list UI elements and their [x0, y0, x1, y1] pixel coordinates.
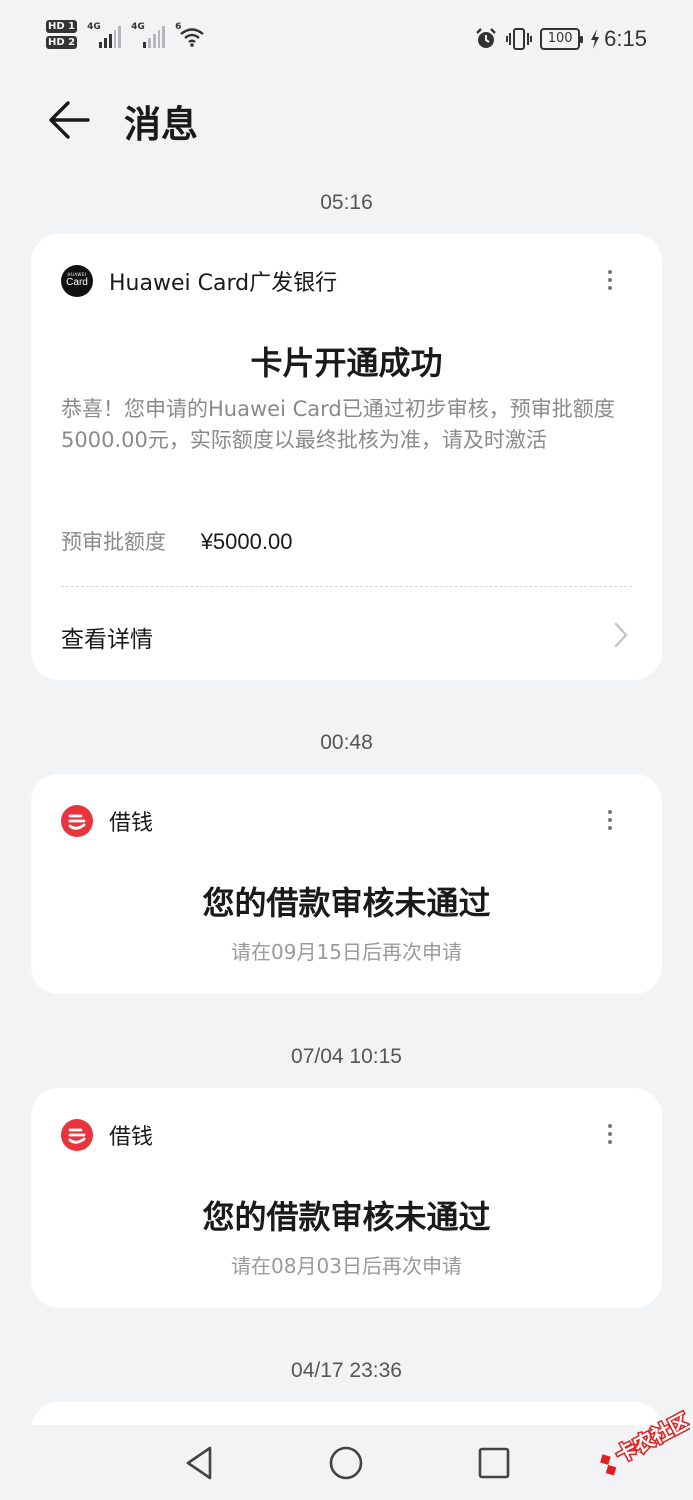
amount-label: 预审批额度	[61, 530, 166, 554]
more-dots-icon	[608, 810, 612, 814]
card-body: 恭喜！您申请的Huawei Card已通过初步审核，预审批额度5000.00元，…	[61, 397, 615, 452]
charging-icon	[591, 29, 600, 49]
message-card[interactable]: 借钱 您的借款审核未通过 请在08月03日后再次申请	[31, 1088, 662, 1308]
card-header: 借钱	[61, 1118, 632, 1152]
message-time: 07/04 10:15	[291, 1045, 402, 1068]
view-details-button[interactable]: 查看详情	[31, 590, 662, 680]
network-type-2: 4G	[131, 21, 145, 32]
chevron-right-icon	[614, 622, 628, 648]
card-title: 您的借款审核未通过	[202, 884, 491, 922]
kanong-watermark: 卡农社区	[590, 1407, 693, 1480]
square-recents-icon	[478, 1447, 510, 1479]
card-subtitle: 请在09月15日后再次申请	[231, 940, 462, 964]
amount-row: 预审批额度 ¥5000.00	[61, 526, 292, 556]
signal-icon-2: 4G	[131, 21, 166, 48]
app-name: 借钱	[109, 1125, 154, 1150]
vibrate-icon	[506, 28, 533, 50]
card-title: 您的借款审核未通过	[202, 1198, 491, 1236]
alarm-icon	[476, 28, 497, 48]
status-right: 100 6:15	[474, 26, 647, 52]
message-card[interactable]: 借钱 您的借款审核未通过 请在09月15日后再次申请	[31, 774, 662, 994]
status-left: HD 1 HD 2 4G 4G 6	[46, 20, 205, 49]
more-options-button[interactable]	[600, 266, 620, 296]
circle-home-icon	[329, 1446, 363, 1480]
message-card[interactable]: HUAWEI Card Huawei Card广发银行 卡片开通成功 恭喜！您申…	[31, 234, 662, 680]
page-header: 消息	[0, 88, 693, 152]
card-header: 借钱	[61, 804, 632, 838]
card-header: HUAWEI Card Huawei Card广发银行	[61, 264, 632, 298]
jieqian-logo	[61, 1119, 93, 1151]
huawei-card-logo: HUAWEI Card	[61, 265, 93, 297]
wifi-icon: 6	[175, 22, 205, 48]
jieqian-logo	[61, 805, 93, 837]
status-time: 6:15	[604, 26, 647, 51]
app-name: Huawei Card广发银行	[109, 271, 338, 296]
more-dots-icon	[608, 270, 612, 274]
divider	[61, 586, 632, 587]
hd2-badge: HD 2	[46, 36, 78, 49]
app-name: 借钱	[109, 811, 154, 836]
svg-text:卡农社区: 卡农社区	[612, 1408, 690, 1467]
amount-value: ¥5000.00	[200, 529, 293, 554]
more-options-button[interactable]	[600, 1120, 620, 1150]
card-title: 卡片开通成功	[250, 344, 443, 382]
arrow-left-icon	[49, 101, 90, 139]
battery-icon: 100	[540, 28, 584, 50]
more-options-button[interactable]	[600, 806, 620, 836]
back-button[interactable]	[42, 96, 94, 144]
message-time: 05:16	[320, 191, 373, 214]
network-type-1: 4G	[87, 21, 101, 32]
nav-recents-button[interactable]	[474, 1443, 514, 1483]
hd1-badge: HD 1	[46, 20, 78, 33]
status-bar: HD 1 HD 2 4G 4G 6 100 6:15	[0, 0, 693, 78]
page-title: 消息	[124, 103, 198, 146]
nav-home-button[interactable]	[326, 1443, 366, 1483]
card-subtitle: 请在08月03日后再次申请	[231, 1254, 462, 1278]
more-dots-icon	[608, 1124, 612, 1128]
nav-back-button[interactable]	[180, 1443, 220, 1483]
message-time: 04/17 23:36	[291, 1359, 402, 1382]
signal-icon: 4G	[87, 21, 122, 48]
view-details-label: 查看详情	[61, 627, 153, 653]
hd-indicators: HD 1 HD 2	[46, 20, 78, 49]
triangle-back-icon	[186, 1446, 212, 1480]
message-time: 00:48	[320, 731, 373, 754]
